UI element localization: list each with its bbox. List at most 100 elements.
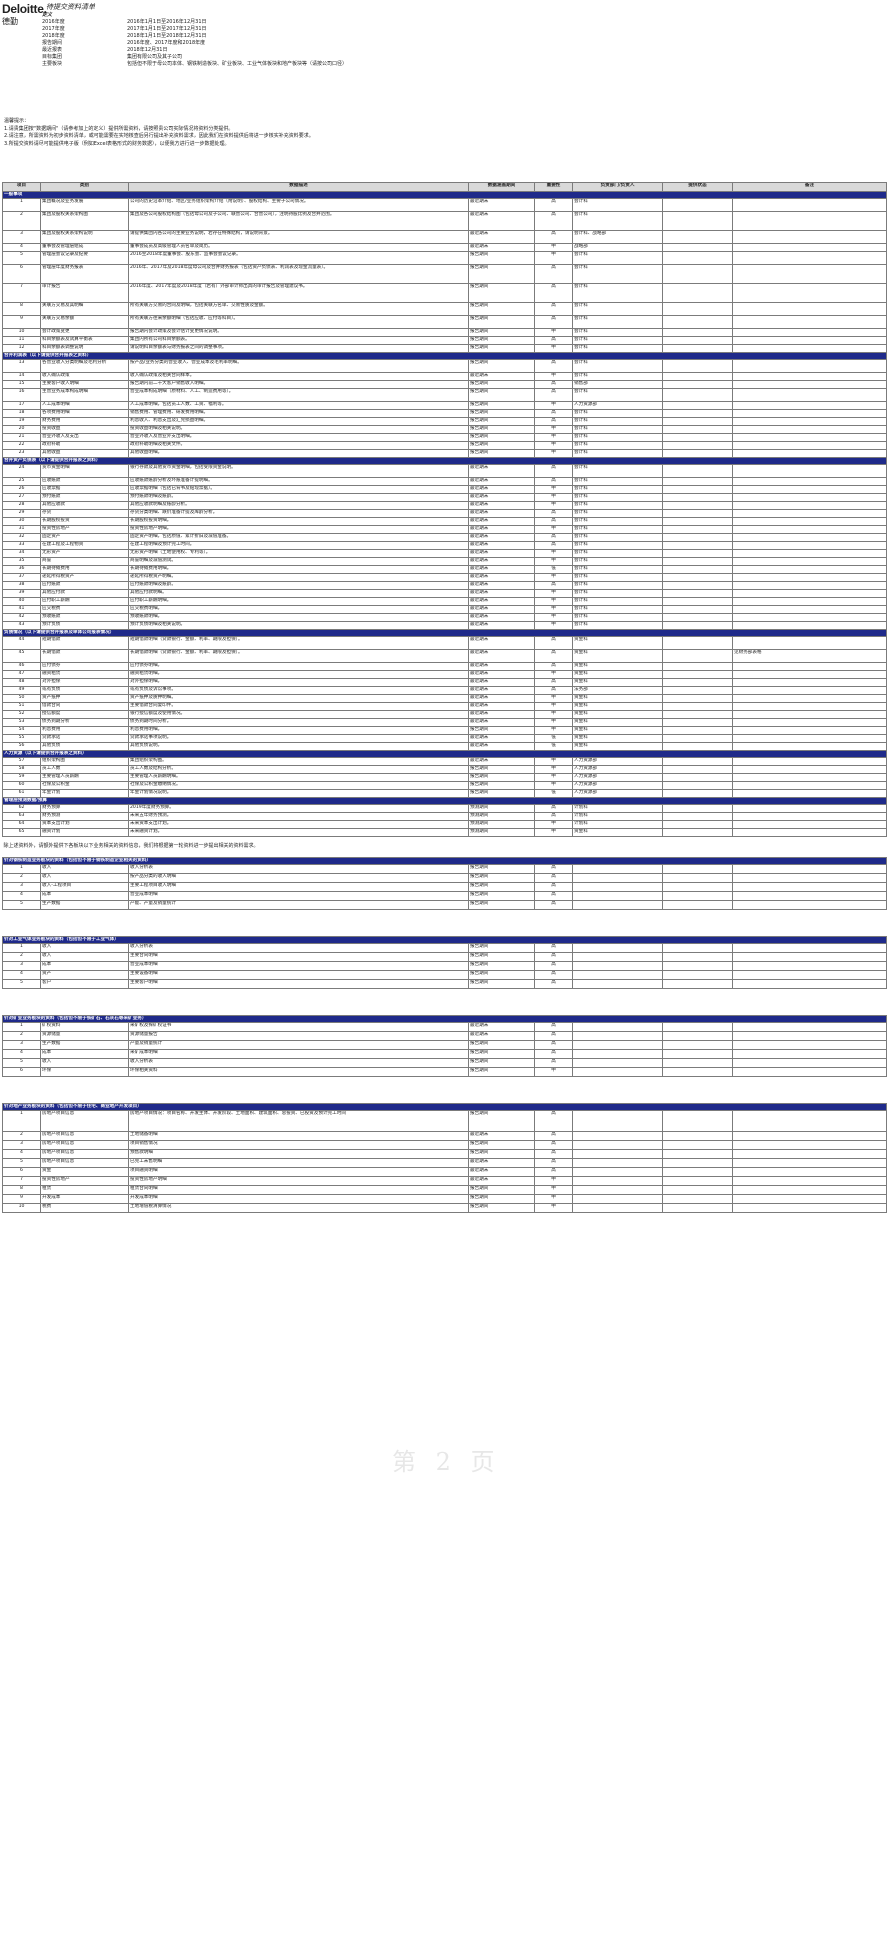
table-row: 7 审计报告 2016年度、2017年度及2018年度（若有）外部审计师出具的审计报… [2, 283, 887, 303]
table-cell [732, 501, 887, 510]
table-cell: 年金计划 [40, 789, 129, 798]
table-cell [732, 541, 887, 550]
table-cell: 高 [534, 970, 573, 980]
table-cell: 会计科 [572, 251, 663, 265]
table-cell: 报告期间 [468, 765, 535, 774]
table-cell [732, 557, 887, 566]
table-cell [732, 264, 887, 284]
section-title: 负债情况（以下请提供合并报表及单体公司报表情况） [2, 629, 887, 637]
spacer-row [3, 1213, 887, 1240]
table-cell: 30 [2, 517, 41, 526]
table-cell: 报告期间 [468, 1203, 535, 1213]
table-cell: 中 [534, 670, 573, 679]
table-cell [662, 485, 733, 494]
table-cell: 集团内所有公司科目余额表。 [128, 336, 469, 345]
table-cell [572, 1149, 663, 1159]
table-row: 7 投资性房地产 投资性房地产明细 最近期末中 [2, 1176, 887, 1186]
table-cell: 中 [534, 449, 573, 458]
table-cell: 或有负债 [40, 686, 129, 695]
table-cell: 采矿成本明细 [128, 1049, 469, 1059]
spacer-row [3, 1077, 887, 1104]
table-cell [662, 1167, 733, 1177]
table-cell [662, 1049, 733, 1059]
table-cell [732, 509, 887, 518]
table-cell [662, 1022, 733, 1032]
table-cell: 报告期间 [468, 380, 535, 389]
table-cell: 报告期间 [468, 264, 535, 284]
table-cell: 投资收益 [40, 425, 129, 434]
table-row: 43 预计负债 预计负债明细及相关说明。 最近期末中会计科 [2, 621, 887, 630]
table-cell: 所有关联方往来余额明细（包括应收、应付等科目）。 [128, 315, 469, 329]
table-cell [662, 401, 733, 410]
data-request-table: 项目 类别 数据描述 数据涵盖期间 重要性 负责部门/负责人 提供状态 备注 一般事项 1 集团概… [2, 182, 887, 1239]
table-cell: 报告期间 [468, 1049, 535, 1059]
table-cell: 公司的历史沿革介绍、地区/业务组织架构介绍（附说明）、股权结构、主要子公司情况。 [128, 198, 469, 212]
table-cell: 最近期末 [468, 1031, 535, 1041]
definition-row: 2017年度 2017年1月1日至2017年12月31日 [42, 26, 347, 33]
table-cell: 高 [534, 943, 573, 953]
table-cell: 高 [534, 1167, 573, 1177]
table-cell: 最近期末 [468, 517, 535, 526]
table-row: 36 长期待摊费用 长期待摊费用明细。 最近期末低会计科 [2, 565, 887, 574]
table-cell: 最近期末 [468, 243, 535, 252]
table-cell [572, 1031, 663, 1041]
table-cell: 最近期末 [468, 702, 535, 711]
table-row: 21 营业外收入及支出 营业外收入及营业外支出明细。 报告期间中会计科 [2, 433, 887, 442]
table-cell: 报告期间 [468, 388, 535, 402]
table-cell: 12 [2, 344, 41, 353]
table-cell [732, 734, 887, 743]
table-cell: 7 [2, 283, 41, 303]
table-cell: 报告期间 [468, 315, 535, 329]
table-cell: 会计科 [572, 517, 663, 526]
table-cell: 高 [534, 662, 573, 671]
table-cell: 会计科 [572, 441, 663, 450]
table-cell [732, 1022, 887, 1032]
table-cell: 7 [2, 1176, 41, 1186]
table-cell: 货币资金明细 [40, 464, 129, 478]
table-cell: 会计政策变更 [40, 328, 129, 337]
table-cell: 最近期末 [468, 230, 535, 244]
table-cell: 报告期间 [468, 417, 535, 426]
table-cell [662, 970, 733, 980]
table-cell: 报告期间 [468, 359, 535, 373]
table-cell [662, 449, 733, 458]
table-cell [732, 621, 887, 630]
table-cell: 中 [534, 1203, 573, 1213]
table-cell [662, 804, 733, 813]
table-cell: 3 [2, 1040, 41, 1050]
table-row: 3 房地产项目信息 项目销售情况 报告期间高 [2, 1140, 887, 1150]
table-row: 6 资金 项目融资明细 最近期末高 [2, 1167, 887, 1177]
column-header: 提供状态 [662, 182, 733, 192]
table-cell: 长期股权投资明细。 [128, 517, 469, 526]
table-row: 65 融资计划 未来融资计划。 预测期间中资金科 [2, 828, 887, 837]
table-cell: 会计科 [572, 433, 663, 442]
definition-key: 最近报表 [42, 47, 63, 53]
table-cell: 会计科 [572, 613, 663, 622]
table-cell [662, 781, 733, 790]
table-cell [732, 477, 887, 486]
table-cell: 高 [534, 541, 573, 550]
table-cell: 资源储量 [40, 1031, 129, 1041]
table-cell: 其他应收款明细及账龄分析。 [128, 501, 469, 510]
table-cell: 高 [534, 961, 573, 971]
table-cell: 财务预测 [40, 812, 129, 821]
table-cell: 最近期末 [468, 1176, 535, 1186]
table-row: 15 主要客户收入明细 报告期内前二十大客户销售收入明细。 报告期间高销售部 [2, 380, 887, 389]
table-cell [732, 328, 887, 337]
table-cell: 中 [534, 501, 573, 510]
table-cell: 会计科 [572, 525, 663, 534]
table-cell: 对外担保 [40, 678, 129, 687]
table-cell [572, 970, 663, 980]
table-row: 61 年金计划 年金计划情况说明。 报告期间低人力资源部 [2, 789, 887, 798]
table-cell [732, 198, 887, 212]
table-cell [732, 757, 887, 766]
table-cell: 应交税费 [40, 605, 129, 614]
table-cell: 利息收入、利息支出及汇兑损益明细。 [128, 417, 469, 426]
table-cell: 报告期间 [468, 882, 535, 892]
table-row: 49 或有负债 或有负债及诉讼事项。 最近期末高法务部 [2, 686, 887, 695]
table-cell: 集团及股权关系架构图 [40, 211, 129, 231]
table-row: 16 主营业务成本构成明细 营业成本构成明细（原材料、人工、制造费用等）。 报告期间高… [2, 388, 887, 402]
table-cell: 58 [2, 765, 41, 774]
table-cell: 中 [534, 757, 573, 766]
table-cell [732, 449, 887, 458]
